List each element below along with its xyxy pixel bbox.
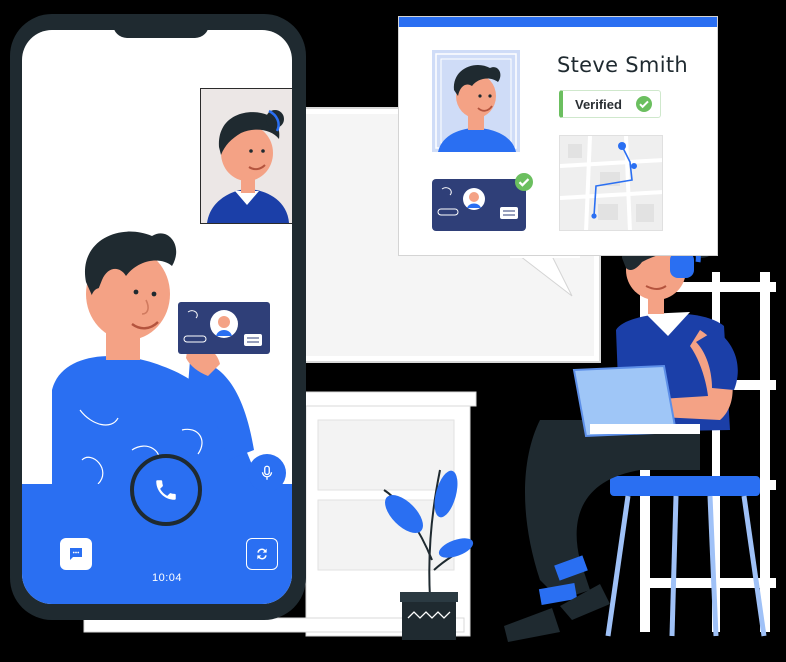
phone-icon [153,477,179,503]
illustration: 10:04 Steve Smith Verified [0,0,786,662]
location-map [559,135,663,231]
smartphone: 10:04 [10,14,306,620]
verified-status-label: Verified [575,96,622,112]
map-route-icon [560,136,662,230]
self-view-avatar [207,109,289,223]
microphone-icon [258,464,276,482]
video-call-screen: 10:04 [22,30,292,604]
end-call-button[interactable] [130,454,202,526]
phone-notch [113,14,209,38]
card-header-bar [399,17,717,27]
verified-person-name: Steve Smith [557,53,688,77]
checkmark-icon [515,173,533,196]
id-card-graphic [437,187,518,219]
chat-icon [67,545,85,563]
id-photo [432,50,520,152]
checkmark-icon [636,96,652,112]
chat-button[interactable] [60,538,92,570]
switch-camera-button[interactable] [246,538,278,570]
id-card [432,179,526,231]
self-view-video[interactable] [200,88,292,224]
id-photo-avatar [435,53,517,152]
identity-verification-card: Steve Smith Verified [398,16,718,256]
switch-camera-icon [254,546,270,562]
mute-microphone-button[interactable] [248,454,286,492]
call-timer: 10:04 [151,572,183,584]
verified-status-badge: Verified [559,90,661,118]
